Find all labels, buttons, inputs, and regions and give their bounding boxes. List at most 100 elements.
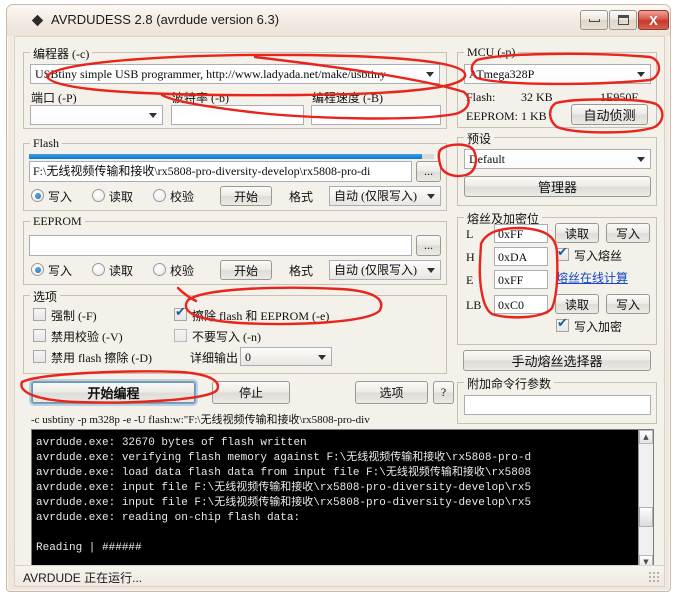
settings-button[interactable]: 选项 bbox=[355, 381, 428, 404]
eeprom-legend: EEPROM bbox=[30, 214, 85, 229]
window-title: AVRDUDESS 2.8 (avrdude version 6.3) bbox=[51, 12, 280, 27]
fuse-calculator-link[interactable]: 熔丝在线计算 bbox=[556, 269, 628, 286]
client-area: 编程器 (-c) USBtiny simple USB programmer, … bbox=[14, 36, 665, 585]
fuse-read-button[interactable]: 读取 bbox=[555, 223, 599, 243]
flash-write-label: 写入 bbox=[48, 190, 73, 204]
close-icon: X bbox=[649, 12, 658, 28]
lockbit-input[interactable]: 0xC0 bbox=[494, 295, 548, 314]
manual-fuse-selector-button[interactable]: 手动熔丝选择器 bbox=[463, 350, 651, 371]
do-not-write-checkbox[interactable] bbox=[174, 329, 187, 342]
flash-write-radio[interactable] bbox=[31, 189, 44, 202]
flash-read-label: 读取 bbox=[109, 190, 134, 204]
fuse-e-label: E bbox=[466, 273, 474, 287]
scrollbar-thumb[interactable] bbox=[639, 507, 653, 527]
eeprom-write-radio[interactable] bbox=[31, 263, 44, 276]
do-not-write-label: 不要写入 (-n) bbox=[192, 330, 261, 344]
close-button[interactable]: X bbox=[638, 10, 669, 30]
console-line: avrdude.exe: 32670 bytes of flash writte… bbox=[36, 437, 307, 449]
status-bar: AVRDUDE 正在运行... bbox=[14, 565, 665, 587]
console-line: avrdude.exe: load data flash data from i… bbox=[36, 467, 532, 479]
lockbit-read-button[interactable]: 读取 bbox=[555, 294, 599, 314]
flash-legend: Flash bbox=[30, 136, 63, 151]
status-text: AVRDUDE 正在运行... bbox=[23, 571, 143, 585]
auto-detect-button[interactable]: 自动侦测 bbox=[571, 104, 648, 125]
disable-verify-label: 禁用校验 (-V) bbox=[51, 330, 123, 344]
fuse-l-input[interactable]: 0xFF bbox=[494, 224, 548, 243]
eeprom-verify-radio[interactable] bbox=[153, 263, 166, 276]
port-select[interactable] bbox=[30, 105, 163, 125]
fuse-write-button[interactable]: 写入 bbox=[606, 223, 650, 243]
mcu-signature: 1E950F bbox=[600, 90, 639, 104]
preset-manager-button[interactable]: 管理器 bbox=[464, 176, 651, 197]
presets-group: 预设 Default 管理器 bbox=[457, 130, 657, 206]
programmer-legend: 编程器 (-c) bbox=[30, 45, 93, 62]
stop-button[interactable]: 停止 bbox=[212, 381, 290, 404]
eeprom-go-button[interactable]: 开始 bbox=[220, 260, 272, 280]
maximize-icon bbox=[617, 15, 629, 25]
fuses-group: 熔丝及加密位 L 0xFF H 0xDA E 0xFF LB 0xC0 读取 写… bbox=[457, 210, 657, 345]
eeprom-verify-label: 校验 bbox=[170, 264, 195, 278]
disable-verify-checkbox[interactable] bbox=[33, 329, 46, 342]
extra-args-legend: 附加命令行参数 bbox=[464, 375, 555, 392]
lockbit-label: LB bbox=[466, 298, 482, 312]
eeprom-read-label: 读取 bbox=[109, 264, 134, 278]
fuse-e-input[interactable]: 0xFF bbox=[494, 270, 548, 289]
flash-read-radio[interactable] bbox=[92, 189, 105, 202]
flash-group: Flash F:\无线视频传输和接收\rx5808-pro-diversity-… bbox=[23, 136, 447, 211]
fuse-h-input[interactable]: 0xDA bbox=[494, 247, 548, 266]
eeprom-file-input[interactable] bbox=[29, 235, 412, 256]
console-output[interactable]: avrdude.exe: 32670 bytes of flash writte… bbox=[31, 429, 654, 570]
write-fuses-checkbox[interactable] bbox=[556, 248, 569, 261]
minimize-icon bbox=[588, 18, 600, 22]
program-button[interactable]: 开始编程 bbox=[31, 381, 196, 404]
erase-label: 擦除 flash 和 EEPROM (-e) bbox=[192, 309, 330, 323]
title-bar[interactable]: AVRDUDESS 2.8 (avrdude version 6.3) X bbox=[7, 5, 670, 36]
maximize-button[interactable] bbox=[609, 10, 637, 30]
port-label: 端口 (-P) bbox=[31, 91, 77, 105]
bitclock-input[interactable] bbox=[311, 105, 441, 125]
programmer-select[interactable]: USBtiny simple USB programmer, http://ww… bbox=[30, 64, 440, 84]
extra-args-group: 附加命令行参数 bbox=[457, 375, 657, 424]
verbosity-label: 详细输出 bbox=[190, 351, 239, 365]
preset-select[interactable]: Default bbox=[464, 149, 651, 169]
scroll-up-icon[interactable]: ▲ bbox=[639, 430, 653, 444]
eeprom-group: EEPROM ... 写入 读取 校验 开始 格式 自动 (仅限写入) bbox=[23, 214, 447, 285]
minimize-button[interactable] bbox=[580, 10, 608, 30]
write-lockbits-label: 写入加密 bbox=[574, 320, 623, 334]
verbosity-select[interactable]: 0 bbox=[240, 347, 332, 366]
write-lockbits-checkbox[interactable] bbox=[556, 319, 569, 332]
flash-browse-button[interactable]: ... bbox=[416, 161, 441, 182]
flash-go-button[interactable]: 开始 bbox=[220, 186, 272, 206]
disable-flash-erase-label: 禁用 flash 擦除 (-D) bbox=[51, 351, 152, 365]
flash-verify-radio[interactable] bbox=[153, 189, 166, 202]
help-button[interactable]: ? bbox=[433, 381, 454, 404]
console-line: avrdude.exe: input file F:\无线视频传输和接收\rx5… bbox=[36, 497, 532, 509]
flash-size-value: 32 KB bbox=[521, 90, 553, 104]
force-label: 强制 (-F) bbox=[51, 309, 97, 323]
mcu-group: MCU (-p) ATmega328P Flash: 32 KB 1E950F … bbox=[457, 45, 657, 128]
resize-grip-icon[interactable] bbox=[648, 571, 660, 583]
console-scrollbar[interactable]: ▲ ▼ bbox=[638, 430, 653, 569]
eeprom-read-radio[interactable] bbox=[92, 263, 105, 276]
flash-file-input[interactable]: F:\无线视频传输和接收\rx5808-pro-diversity-develo… bbox=[29, 161, 412, 182]
force-checkbox[interactable] bbox=[33, 308, 46, 321]
presets-legend: 预设 bbox=[464, 130, 495, 147]
flash-format-select[interactable]: 自动 (仅限写入) bbox=[329, 186, 441, 206]
disable-flash-erase-checkbox[interactable] bbox=[33, 350, 46, 363]
extra-args-input[interactable] bbox=[464, 395, 651, 415]
fuse-l-label: L bbox=[466, 227, 474, 241]
eeprom-format-label: 格式 bbox=[289, 264, 314, 278]
mcu-select[interactable]: ATmega328P bbox=[464, 64, 651, 84]
eeprom-browse-button[interactable]: ... bbox=[416, 235, 441, 256]
command-line-preview: -c usbtiny -p m328p -e -U flash:w:"F:\无线… bbox=[31, 414, 370, 426]
flash-verify-label: 校验 bbox=[170, 190, 195, 204]
lockbit-write-button[interactable]: 写入 bbox=[606, 294, 650, 314]
baud-input[interactable] bbox=[171, 105, 304, 125]
flash-size-label: Flash: bbox=[466, 90, 496, 104]
mcu-legend: MCU (-p) bbox=[464, 45, 519, 60]
eeprom-format-select[interactable]: 自动 (仅限写入) bbox=[329, 260, 441, 280]
flash-format-label: 格式 bbox=[289, 190, 314, 204]
erase-checkbox[interactable] bbox=[174, 308, 187, 321]
console-line: avrdude.exe: verifying flash memory agai… bbox=[36, 452, 532, 464]
